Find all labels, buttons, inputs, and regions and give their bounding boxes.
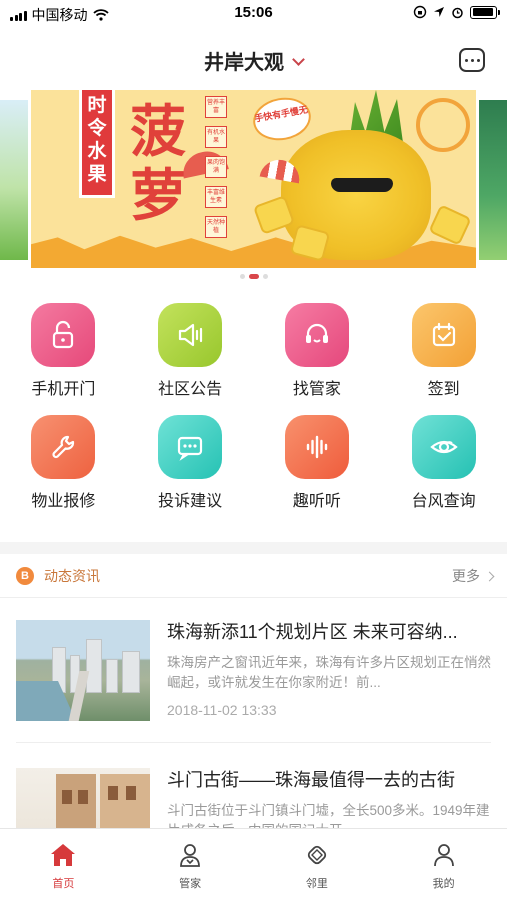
section-divider (0, 542, 507, 554)
community-selector[interactable]: 井岸大观 (0, 46, 507, 75)
service-label: 签到 (427, 381, 460, 398)
tab-label: 邻里 (305, 878, 328, 890)
service-label: 台风查询 (411, 493, 476, 510)
news-text: 斗门古街——珠海最值得一去的古街 斗门古街位于斗门镇斗门墟，全长500多米。19… (167, 768, 491, 828)
service-label: 社区公告 (158, 381, 223, 398)
banner-tag: 有机水果 (205, 126, 227, 148)
service-find-butler[interactable]: 找管家 (254, 300, 381, 412)
carousel-dot[interactable] (262, 274, 268, 279)
pineapple-chunk-graphic (428, 204, 472, 246)
service-grid: 手机开门 社区公告 找管家 签到 物业报修 投诉建议 趣听听 台风查询 (0, 300, 507, 524)
service-check-in[interactable]: 签到 (380, 300, 507, 412)
tab-label: 我的 (432, 878, 455, 890)
banner-ribbon: 时令水果 (79, 90, 115, 198)
news-thumbnail (16, 620, 150, 721)
more-label: 更多 (452, 568, 480, 584)
service-phone-unlock[interactable]: 手机开门 (0, 300, 127, 412)
wrench-icon (31, 415, 96, 479)
tab-profile[interactable]: 我的 (380, 829, 507, 900)
tab-label: 管家 (179, 878, 202, 890)
news-more-link[interactable]: 更多 (452, 566, 495, 586)
news-section-title: 动态资讯 (44, 568, 100, 584)
banner-tag: 丰富维生素 (205, 186, 227, 208)
battery-icon (470, 5, 500, 19)
chat-bubble-icon (464, 58, 480, 62)
banner-tag: 营养丰富 (205, 96, 227, 118)
neighbor-icon (303, 841, 331, 869)
nav-bar: 井岸大观 (0, 36, 507, 86)
typhoon-eye-icon (411, 415, 476, 479)
service-listen[interactable]: 趣听听 (254, 412, 381, 524)
megaphone-icon (158, 303, 223, 367)
status-bar: 中国移动 15:06 (0, 0, 507, 28)
status-right (413, 5, 500, 19)
carousel-dot-active[interactable] (248, 274, 259, 279)
tab-home[interactable]: 首页 (0, 829, 127, 900)
tab-bar: 首页 管家 邻里 我的 (0, 828, 507, 900)
rotation-lock-icon (413, 5, 427, 19)
message-button[interactable] (459, 48, 485, 72)
news-header: B 动态资讯 更多 (0, 554, 507, 598)
sunglasses-graphic (331, 178, 393, 192)
sound-wave-icon (284, 415, 349, 479)
service-repair[interactable]: 物业报修 (0, 412, 127, 524)
chevron-right-icon (484, 571, 495, 581)
service-label: 趣听听 (292, 493, 341, 510)
calendar-check-icon (411, 303, 476, 367)
service-announcements[interactable]: 社区公告 (127, 300, 254, 412)
banner-tag: 果肉饱满 (205, 156, 227, 178)
carousel-dots (0, 274, 507, 279)
news-separator (16, 742, 491, 743)
banner-tag: 天然种植 (205, 216, 227, 238)
sun-graphic (416, 98, 470, 152)
unlock-icon (31, 303, 96, 367)
butler-icon (176, 841, 204, 869)
tab-label: 首页 (52, 878, 75, 890)
banner-bubble: 手快有手慢无 (249, 93, 315, 145)
news-title: 斗门古街——珠海最值得一去的古街 (167, 770, 455, 790)
alarm-icon (452, 7, 463, 18)
news-item[interactable]: 斗门古街——珠海最值得一去的古街 斗门古街位于斗门镇斗门墟，全长500多米。19… (16, 768, 491, 828)
service-typhoon[interactable]: 台风查询 (380, 412, 507, 524)
location-icon (434, 7, 444, 17)
chevron-down-icon (292, 53, 305, 66)
tab-neighbors[interactable]: 邻里 (254, 829, 381, 900)
tab-butler[interactable]: 管家 (127, 829, 254, 900)
news-item[interactable]: 珠海新添11个规划片区 未来可容纳... 珠海房产之窗讯近年来，珠海有许多片区规… (16, 620, 491, 724)
user-icon (430, 841, 458, 869)
news-thumbnail (16, 768, 150, 828)
home-icon (49, 841, 77, 869)
news-text: 珠海新添11个规划片区 未来可容纳... 珠海房产之窗讯近年来，珠海有许多片区规… (167, 620, 491, 718)
news-date: 2018-11-02 13:33 (167, 702, 277, 718)
headset-icon (284, 303, 349, 367)
news-summary: 珠海房产之窗讯近年来，珠海有许多片区规划正在悄然崛起，或许就发生在你家附近！前.… (167, 655, 491, 690)
banner-slide[interactable]: 时令水果 菠萝 营养丰富 有机水果 果肉饱满 丰富维生素 天然种植 手快有手慢无 (31, 90, 476, 268)
comment-dots-icon (158, 415, 223, 479)
service-label: 物业报修 (31, 493, 96, 510)
banner-tags: 营养丰富 有机水果 果肉饱满 丰富维生素 天然种植 (205, 96, 227, 238)
service-complaints[interactable]: 投诉建议 (127, 412, 254, 524)
banner-next-slide[interactable] (479, 100, 507, 260)
news-title: 珠海新添11个规划片区 未来可容纳... (167, 622, 458, 642)
service-label: 手机开门 (31, 381, 96, 398)
banner-prev-slide[interactable] (0, 100, 28, 260)
service-label: 找管家 (292, 381, 341, 398)
service-label: 投诉建议 (158, 493, 223, 510)
carousel-dot[interactable] (239, 274, 245, 279)
banner-carousel[interactable]: 时令水果 菠萝 营养丰富 有机水果 果肉饱满 丰富维生素 天然种植 手快有手慢无 (0, 90, 507, 270)
page-title: 井岸大观 (204, 52, 284, 74)
news-badge-icon: B (16, 567, 34, 585)
banner-headline: 菠萝 (130, 100, 186, 227)
news-summary: 斗门古街位于斗门镇斗门墟，全长500多米。1949年建片成各之后，中国的国记大开… (167, 803, 490, 828)
